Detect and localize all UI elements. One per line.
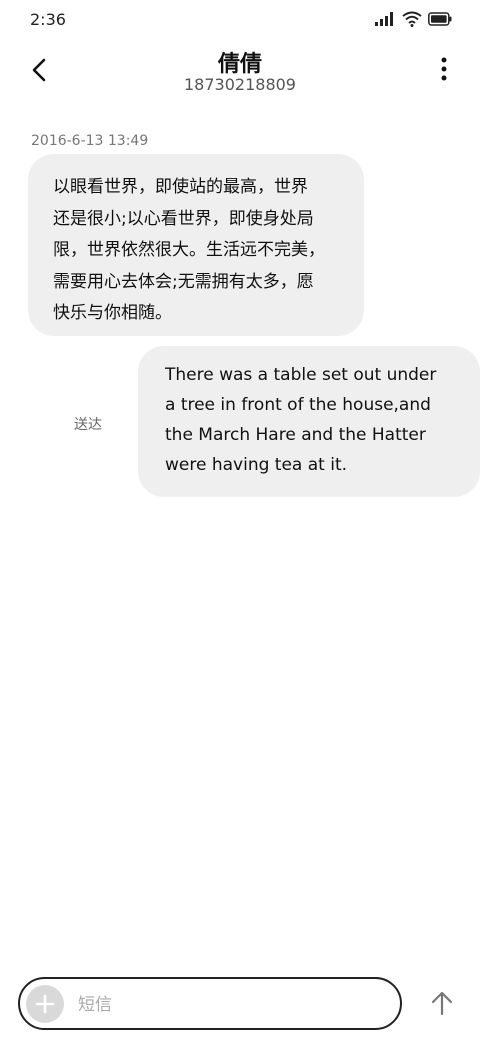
- status-bar: 2:36: [0, 0, 480, 40]
- add-attachment-button[interactable]: [26, 985, 64, 1023]
- message-composer: [18, 977, 402, 1030]
- message-line: 以眼看世界，即使站的最高，世界: [53, 177, 308, 197]
- message-input[interactable]: [76, 987, 380, 1023]
- conversation-header: 倩倩 18730218809: [0, 40, 480, 110]
- status-time: 2:36: [30, 10, 66, 29]
- delivery-status: 送达: [74, 417, 102, 433]
- message-line: a tree in front of the house,and: [165, 395, 431, 415]
- message-line: 需要用心去体会;无需拥有太多，愿: [53, 271, 314, 292]
- contact-number: 18730218809: [184, 75, 296, 94]
- message-line: There was a table set out under: [165, 365, 437, 385]
- more-options-button[interactable]: [434, 54, 454, 84]
- message-line: were having tea at it.: [165, 455, 348, 475]
- battery-icon: [428, 12, 452, 26]
- send-button[interactable]: [424, 985, 460, 1021]
- wifi-icon: [402, 11, 422, 27]
- message-line: 限，世界依然很大。生活远不完美，: [53, 240, 325, 260]
- incoming-message-bubble[interactable]: 以眼看世界，即使站的最高，世界 还是很小;以心看世界，即使身处局 限，世界依然很…: [28, 154, 364, 336]
- signal-icon: [375, 12, 393, 26]
- outgoing-message-text: There was a table set out under a tree i…: [165, 360, 460, 480]
- outgoing-message-bubble[interactable]: There was a table set out under a tree i…: [138, 346, 480, 497]
- plus-icon: [35, 994, 55, 1014]
- message-line: 还是很小;以心看世界，即使身处局: [53, 208, 314, 229]
- message-line: 快乐与你相随。: [53, 303, 172, 323]
- message-line: the March Hare and the Hatter: [165, 425, 426, 445]
- status-icons: [374, 11, 452, 27]
- contact-name: 倩倩: [217, 52, 262, 77]
- send-arrow-up-icon: [431, 991, 453, 1016]
- incoming-message-text: 以眼看世界，即使站的最高，世界 还是很小;以心看世界，即使身处局 限，世界依然很…: [53, 172, 342, 330]
- message-timestamp: 2016-6-13 13:49: [31, 133, 149, 149]
- more-vertical-icon: [441, 57, 447, 81]
